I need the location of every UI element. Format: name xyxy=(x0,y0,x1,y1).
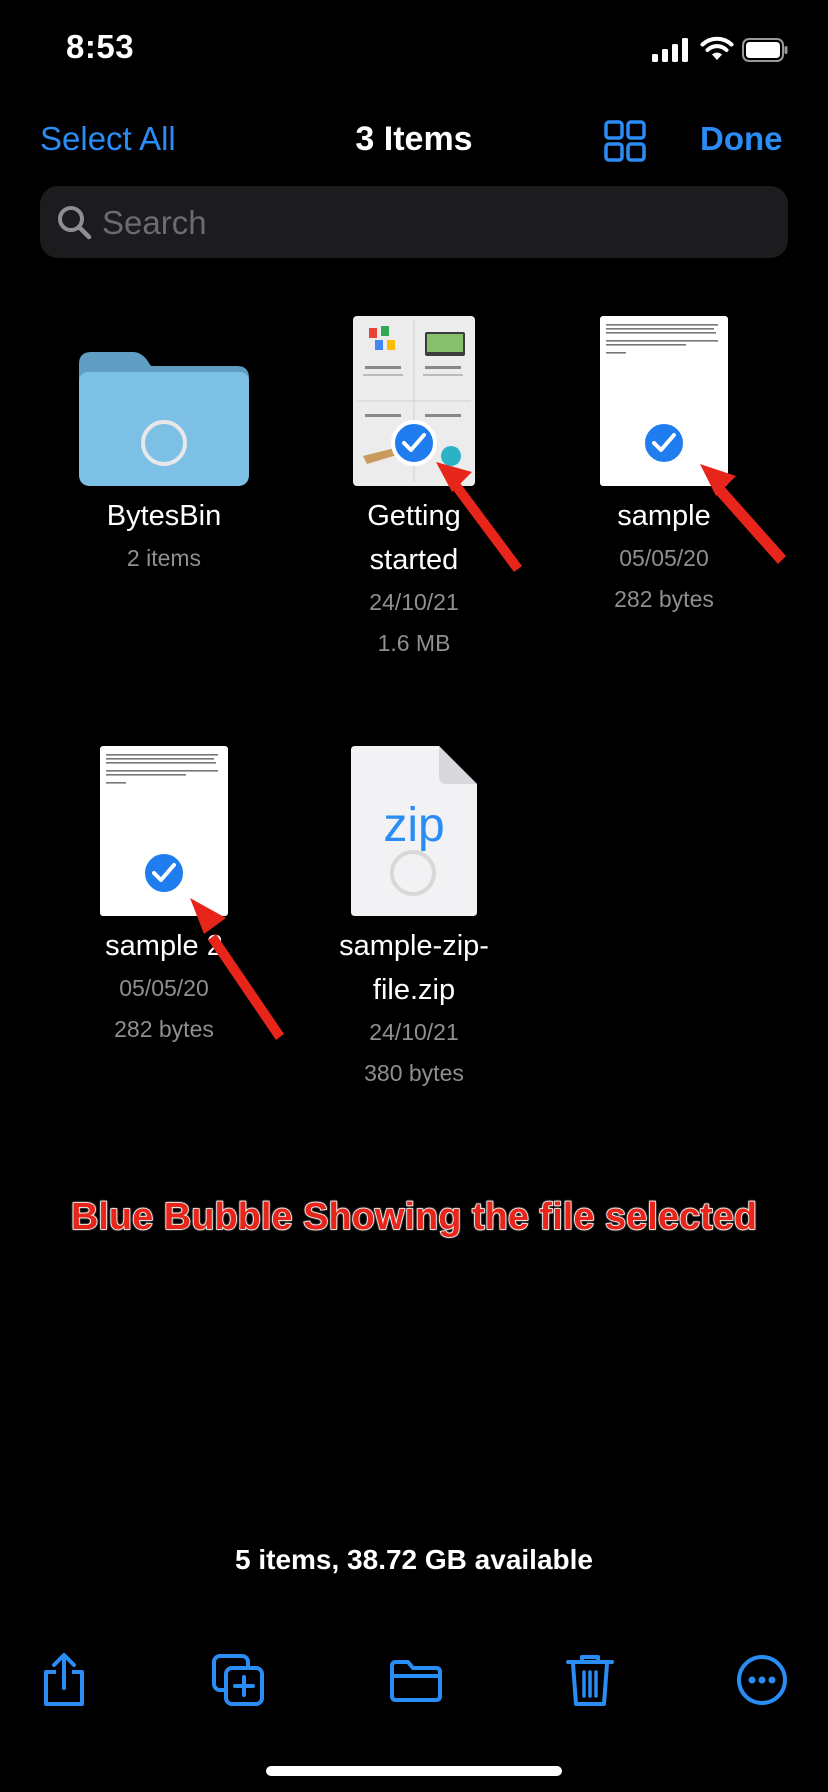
share-icon[interactable] xyxy=(36,1652,92,1708)
more-icon[interactable] xyxy=(734,1652,790,1708)
arrow-sample-2 xyxy=(190,898,284,1040)
duplicate-icon[interactable] xyxy=(210,1652,266,1708)
arrow-sample xyxy=(700,464,786,564)
annotation-caption: Blue Bubble Showing the file selected xyxy=(70,1195,758,1239)
folder-icon[interactable] xyxy=(388,1652,444,1708)
home-indicator[interactable] xyxy=(266,1766,562,1776)
storage-summary: 5 items, 38.72 GB available xyxy=(235,1544,593,1575)
annotation-arrows xyxy=(190,462,786,1040)
trash-icon[interactable] xyxy=(562,1652,618,1708)
arrow-getting-started xyxy=(436,462,522,572)
